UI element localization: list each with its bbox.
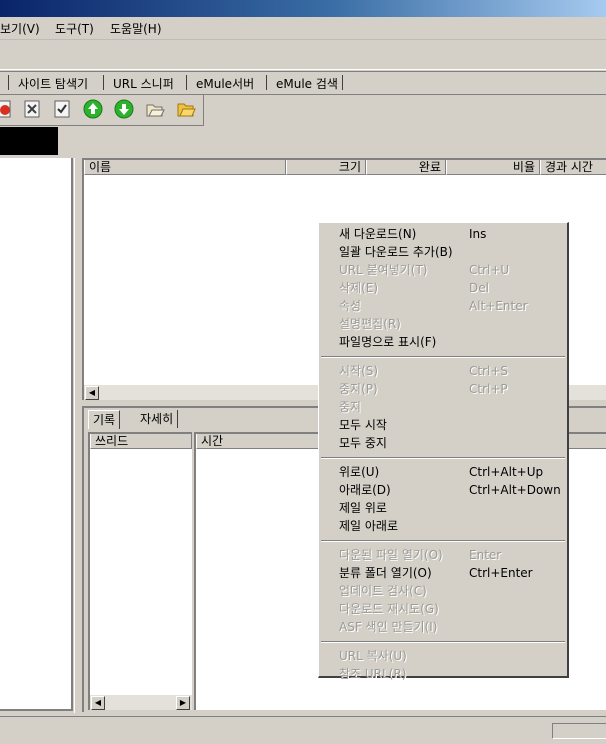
menu-item[interactable]: 분류 폴더 열기(O) Ctrl+Enter bbox=[319, 564, 567, 582]
tabs-bar: 사이트 탐색기 URL 스니퍼 eMule서버 eMule 검색 bbox=[0, 71, 606, 95]
menu-item[interactable]: ASF 색인 만들기(I) bbox=[319, 618, 567, 636]
menu-item-shortcut: Del bbox=[469, 281, 489, 295]
delete-icon[interactable] bbox=[22, 99, 42, 119]
menu-item-label: 일괄 다운로드 추가(B) bbox=[339, 245, 453, 259]
menu-item[interactable]: 위로(U) Ctrl+Alt+Up bbox=[319, 463, 567, 481]
menu-item[interactable]: 업데이트 검사(C) bbox=[319, 582, 567, 600]
menu-item[interactable]: 아래로(D) Ctrl+Alt+Down bbox=[319, 481, 567, 499]
open-folder-icon[interactable] bbox=[176, 99, 196, 119]
column-thread[interactable]: 쓰리드 bbox=[90, 434, 192, 449]
thread-scroll-right-icon[interactable]: ▶ bbox=[176, 696, 190, 710]
menu-view[interactable]: 보기(V) bbox=[0, 20, 40, 37]
menu-item-label: 시작(S) bbox=[339, 364, 379, 378]
menu-separator bbox=[321, 457, 565, 459]
menu-item[interactable]: 모두 중지 bbox=[319, 434, 567, 452]
tab-emule-server[interactable]: eMule서버 bbox=[196, 75, 254, 92]
menu-item[interactable]: URL 붙여넣기(T) Ctrl+U bbox=[319, 261, 567, 279]
menu-item-label: 위로(U) bbox=[339, 465, 380, 479]
column-ratio[interactable]: 비율 bbox=[446, 160, 540, 175]
tab-log[interactable]: 기록 bbox=[88, 410, 121, 429]
menu-item-shortcut: Ctrl+Alt+Up bbox=[469, 465, 544, 479]
menu-item[interactable]: 중지(P) Ctrl+P bbox=[319, 380, 567, 398]
menu-item-label: 중지(P) bbox=[339, 382, 378, 396]
menu-item-label: 속성 bbox=[339, 299, 362, 313]
menu-item[interactable]: 새 다운로드(N) Ins bbox=[319, 225, 567, 243]
column-complete[interactable]: 완료 bbox=[366, 160, 446, 175]
context-menu: 새 다운로드(N) Ins 일괄 다운로드 추가(B) URL 붙여넣기(T) Ctrl… bbox=[318, 222, 569, 681]
menu-item[interactable]: 모두 시작 bbox=[319, 416, 567, 434]
thread-hscroll[interactable]: ◀ ▶ bbox=[90, 695, 192, 710]
menu-item-label: 삭제(E) bbox=[339, 281, 379, 295]
stop-icon[interactable] bbox=[0, 99, 14, 119]
menu-item[interactable]: 삭제(E) Del bbox=[319, 279, 567, 297]
menu-item-shortcut: Alt+Enter bbox=[469, 299, 528, 313]
open-file-icon[interactable] bbox=[145, 99, 165, 119]
menu-item-label: 제일 위로 bbox=[339, 501, 387, 515]
menu-item-shortcut: Ctrl+P bbox=[469, 382, 508, 396]
menu-item[interactable]: 다운로드 재시도(G) bbox=[319, 600, 567, 618]
menu-item-shortcut: Ins bbox=[469, 227, 487, 241]
menu-item-label: 새 다운로드(N) bbox=[339, 227, 417, 241]
menu-item-label: 제일 아래로 bbox=[339, 519, 399, 533]
toolbar-row bbox=[0, 40, 606, 70]
scroll-left-icon[interactable]: ◀ bbox=[85, 386, 99, 400]
menu-item[interactable]: 참조 URL(R) bbox=[319, 665, 567, 683]
menu-item-shortcut: Ctrl+Enter bbox=[469, 566, 533, 580]
menu-item-label: 아래로(D) bbox=[339, 483, 391, 497]
menu-item-shortcut: Ctrl+Alt+Down bbox=[469, 483, 561, 497]
menu-item-label: 업데이트 검사(C) bbox=[339, 584, 427, 598]
menu-item[interactable]: 속성 Alt+Enter bbox=[319, 297, 567, 315]
menu-item-label: URL 복사(U) bbox=[339, 649, 407, 663]
menu-item-shortcut: Ctrl+S bbox=[469, 364, 509, 378]
menu-item[interactable]: 파일명으로 표시(F) bbox=[319, 333, 567, 351]
menu-item-label: 참조 URL(R) bbox=[339, 667, 407, 681]
menu-item[interactable]: 중지 bbox=[319, 398, 567, 416]
menu-item-label: 다운로드 재시도(G) bbox=[339, 602, 439, 616]
menu-item-label: 파일명으로 표시(F) bbox=[339, 335, 437, 349]
menu-item-label: 중지 bbox=[339, 400, 362, 414]
menu-item[interactable]: 제일 위로 bbox=[319, 499, 567, 517]
status-bar bbox=[0, 716, 606, 744]
tab-site-explorer[interactable]: 사이트 탐색기 bbox=[18, 75, 88, 92]
menu-item-label: ASF 색인 만들기(I) bbox=[339, 620, 438, 634]
menu-item[interactable]: 다운된 파일 열기(O) Enter bbox=[319, 546, 567, 564]
menu-item-label: URL 붙여넣기(T) bbox=[339, 263, 428, 277]
menu-separator bbox=[321, 540, 565, 542]
progress-box bbox=[0, 127, 58, 155]
move-down-icon[interactable] bbox=[114, 99, 134, 119]
menu-item[interactable]: 제일 아래로 bbox=[319, 517, 567, 535]
column-elapsed-time[interactable]: 경과 시간 bbox=[540, 160, 606, 175]
menu-item[interactable]: 일괄 다운로드 추가(B) bbox=[319, 243, 567, 261]
title-bar bbox=[0, 0, 606, 17]
menu-bar: 보기(V) 도구(T) 도움말(H) bbox=[0, 17, 606, 40]
thread-list[interactable]: 쓰리드 ◀ ▶ bbox=[88, 432, 192, 710]
move-up-icon[interactable] bbox=[83, 99, 103, 119]
menu-help[interactable]: 도움말(H) bbox=[110, 20, 162, 37]
properties-icon[interactable] bbox=[52, 99, 72, 119]
menu-item-shortcut: Ctrl+U bbox=[469, 263, 510, 277]
menu-item[interactable]: URL 복사(U) bbox=[319, 647, 567, 665]
menu-item[interactable]: 설명편집(R) bbox=[319, 315, 567, 333]
menu-item-label: 분류 폴더 열기(O) bbox=[339, 566, 432, 580]
tab-url-sniffer[interactable]: URL 스니퍼 bbox=[113, 75, 174, 92]
column-name[interactable]: 이름 bbox=[84, 160, 286, 175]
thread-scroll-left-icon[interactable]: ◀ bbox=[91, 696, 105, 710]
menu-tools[interactable]: 도구(T) bbox=[55, 20, 94, 37]
menu-item-label: 다운된 파일 열기(O) bbox=[339, 548, 443, 562]
tab-emule-search[interactable]: eMule 검색 bbox=[276, 75, 338, 92]
menu-separator bbox=[321, 356, 565, 358]
column-size[interactable]: 크기 bbox=[286, 160, 366, 175]
status-panel bbox=[552, 723, 606, 739]
menu-separator bbox=[321, 641, 565, 643]
menu-item-shortcut: Enter bbox=[469, 548, 502, 562]
category-tree[interactable] bbox=[0, 158, 73, 711]
tab-details[interactable]: 자세히 bbox=[136, 410, 179, 428]
menu-item-label: 모두 시작 bbox=[339, 418, 387, 432]
menu-item-label: 모두 중지 bbox=[339, 436, 387, 450]
toolbar bbox=[0, 95, 204, 126]
menu-item-label: 설명편집(R) bbox=[339, 317, 401, 331]
menu-item[interactable]: 시작(S) Ctrl+S bbox=[319, 362, 567, 380]
